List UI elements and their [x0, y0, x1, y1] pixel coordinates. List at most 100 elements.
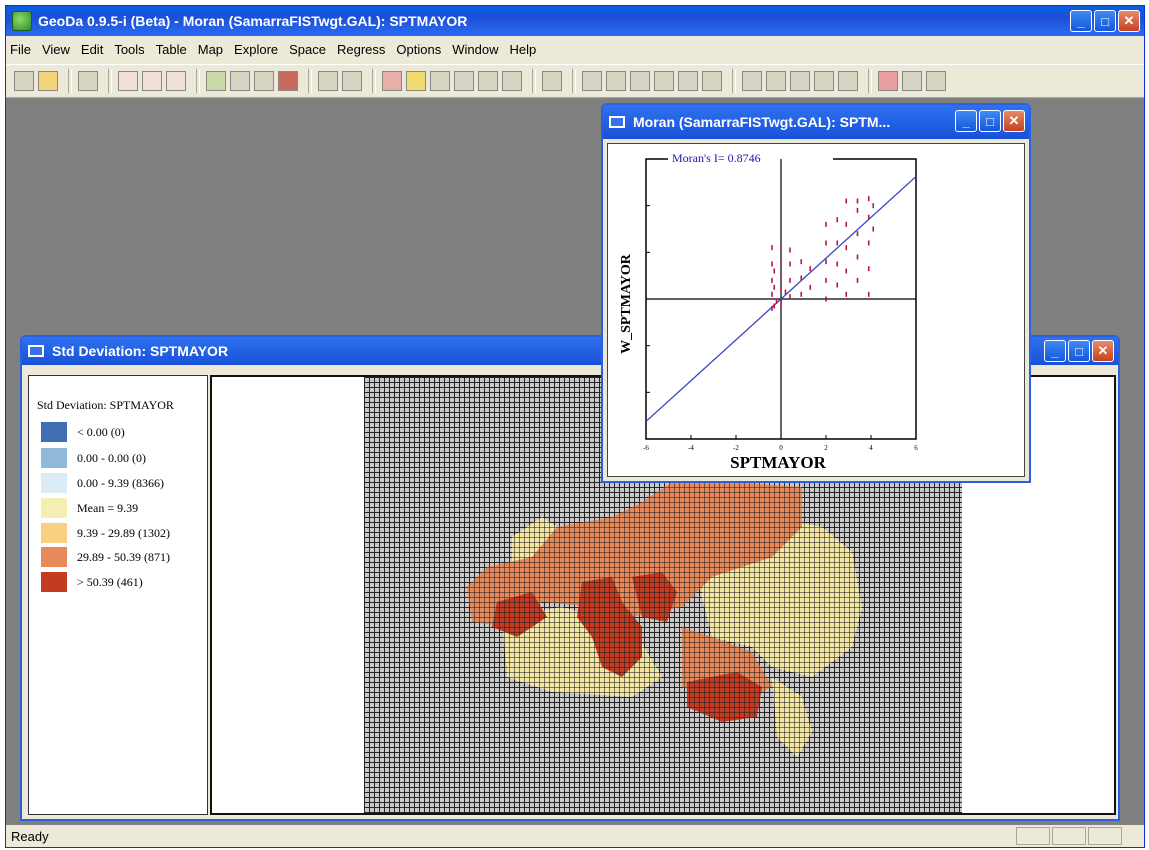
table-icon[interactable] — [318, 71, 338, 91]
moran-i-label: Moran's I= 0.8746 — [672, 151, 761, 165]
moran-scatter-icon[interactable] — [582, 71, 602, 91]
excess-risk-icon[interactable] — [926, 71, 946, 91]
x-tick-label: -4 — [688, 444, 694, 452]
scatter-point — [856, 254, 859, 260]
menu-bar: File View Edit Tools Table Map Explore S… — [6, 36, 1144, 62]
menu-options[interactable]: Options — [396, 42, 441, 57]
legend-swatch — [41, 448, 67, 468]
close-button[interactable]: ✕ — [1118, 10, 1140, 32]
close-button[interactable]: ✕ — [1092, 340, 1114, 362]
histogram-icon[interactable] — [406, 71, 426, 91]
x-tick-label: -2 — [733, 444, 739, 452]
rate-map-icon[interactable] — [878, 71, 898, 91]
menu-map[interactable]: Map — [198, 42, 223, 57]
menu-file[interactable]: File — [10, 42, 31, 57]
main-titlebar[interactable]: GeoDa 0.9.5-i (Beta) - Moran (SamarraFIS… — [6, 6, 1144, 36]
scatter-point — [825, 277, 827, 283]
weights-open-icon[interactable] — [142, 71, 162, 91]
moran-window-title: Moran (SamarraFISTwgt.GAL): SPTM... — [633, 114, 891, 130]
scatter-point — [789, 277, 791, 283]
minimize-button[interactable]: _ — [1070, 10, 1092, 32]
legend-item[interactable]: > 50.39 (461) — [41, 572, 143, 592]
bivariate-moran-icon[interactable] — [630, 71, 650, 91]
legend-item[interactable]: Mean = 9.39 — [41, 498, 138, 518]
legend-item[interactable]: < 0.00 (0) — [41, 422, 125, 442]
lisa-eb-icon[interactable] — [702, 71, 722, 91]
open-project-icon[interactable] — [38, 71, 58, 91]
legend-swatch — [41, 547, 67, 567]
legend-item[interactable]: 9.39 - 29.89 (1302) — [41, 523, 170, 543]
std-dev-map-icon[interactable] — [814, 71, 834, 91]
conditional-plot-icon[interactable] — [478, 71, 498, 91]
menu-table[interactable]: Table — [156, 42, 187, 57]
minimize-button[interactable]: _ — [1044, 340, 1066, 362]
weights-create-icon[interactable] — [118, 71, 138, 91]
calculator-icon[interactable] — [542, 71, 562, 91]
scatter-point — [780, 245, 782, 251]
moran-map-icon[interactable] — [606, 71, 626, 91]
scatterplot-icon[interactable] — [430, 71, 450, 91]
status-cell — [1052, 827, 1086, 845]
boxplot-icon[interactable] — [382, 71, 402, 91]
cartogram-icon[interactable] — [838, 71, 858, 91]
menu-edit[interactable]: Edit — [81, 42, 103, 57]
minimize-button[interactable]: _ — [955, 110, 977, 132]
select-id-icon[interactable] — [78, 71, 98, 91]
copy-icon[interactable] — [342, 71, 362, 91]
lisa-map-icon[interactable] — [678, 71, 698, 91]
legend-swatch — [41, 473, 67, 493]
x-tick-label: 6 — [914, 444, 918, 452]
status-bar: Ready — [6, 825, 1144, 847]
scatter-point — [773, 268, 776, 274]
x-tick-label: 0 — [779, 444, 783, 452]
moran-scatter-plot[interactable]: Moran's I= 0.8746 SPTMAYOR W_SPTMAYOR -6… — [608, 144, 1024, 476]
main-title: GeoDa 0.9.5-i (Beta) - Moran (SamarraFIS… — [38, 13, 468, 29]
percentile-map-icon[interactable] — [766, 71, 786, 91]
scatter-point — [845, 291, 848, 297]
scatter-point — [771, 245, 773, 251]
close-button[interactable]: ✕ — [1003, 110, 1025, 132]
menu-regress[interactable]: Regress — [337, 42, 385, 57]
moran-window[interactable]: Moran (SamarraFISTwgt.GAL): SPTM... _ □ … — [601, 103, 1031, 483]
moran-plot-pane[interactable]: Moran's I= 0.8746 SPTMAYOR W_SPTMAYOR -6… — [607, 143, 1025, 477]
scatter-point — [771, 277, 773, 283]
maximize-button[interactable]: □ — [1094, 10, 1116, 32]
grid-tool-icon[interactable] — [278, 71, 298, 91]
parallel-coords-icon[interactable] — [454, 71, 474, 91]
maximize-button[interactable]: □ — [1068, 340, 1090, 362]
moran-window-titlebar[interactable]: Moran (SamarraFISTwgt.GAL): SPTM... _ □ … — [603, 105, 1029, 139]
scatter-point — [780, 287, 782, 293]
box-map-icon[interactable] — [790, 71, 810, 91]
quantile-map-icon[interactable] — [742, 71, 762, 91]
scatter-point — [825, 240, 827, 246]
weights-chars-icon[interactable] — [166, 71, 186, 91]
3d-plot-icon[interactable] — [502, 71, 522, 91]
menu-space[interactable]: Space — [289, 42, 326, 57]
point-tool-icon[interactable] — [230, 71, 250, 91]
menu-explore[interactable]: Explore — [234, 42, 278, 57]
scatter-point — [836, 217, 839, 223]
scatter-point — [784, 289, 787, 295]
shape-tool-icon[interactable] — [206, 71, 226, 91]
moran-eb-icon[interactable] — [654, 71, 674, 91]
scatter-point — [845, 245, 848, 251]
maximize-button[interactable]: □ — [979, 110, 1001, 132]
scatter-point — [800, 275, 803, 281]
window-icon — [609, 116, 625, 128]
legend-item[interactable]: 0.00 - 0.00 (0) — [41, 448, 146, 468]
smooth-map-icon[interactable] — [902, 71, 922, 91]
scatter-point — [800, 291, 803, 297]
menu-help[interactable]: Help — [509, 42, 536, 57]
scatter-point — [836, 240, 839, 246]
menu-tools[interactable]: Tools — [114, 42, 144, 57]
legend-item[interactable]: 0.00 - 9.39 (8366) — [41, 473, 164, 493]
menu-window[interactable]: Window — [452, 42, 498, 57]
scatter-point — [789, 294, 791, 300]
scatter-point — [775, 298, 778, 304]
legend-swatch — [41, 572, 67, 592]
polygon-tool-icon[interactable] — [254, 71, 274, 91]
status-text: Ready — [11, 828, 49, 844]
menu-view[interactable]: View — [42, 42, 70, 57]
close-project-icon[interactable] — [14, 71, 34, 91]
legend-item[interactable]: 29.89 - 50.39 (871) — [41, 547, 170, 567]
